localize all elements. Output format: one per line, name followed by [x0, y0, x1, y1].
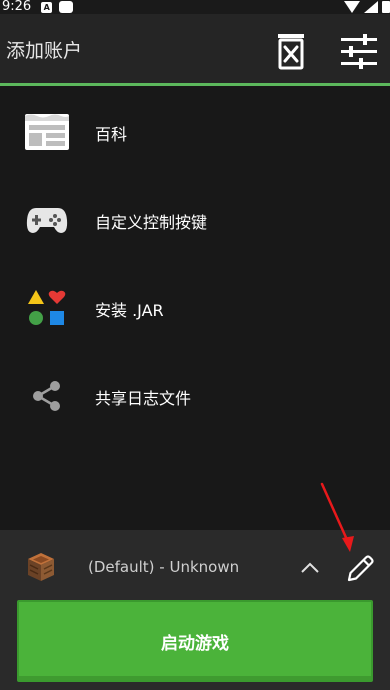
menu-item-share-logs[interactable]: 共享日志文件 [0, 356, 390, 436]
crafting-table-icon [28, 553, 54, 581]
toolbar: 添加账户 [0, 14, 390, 86]
profile-name: (Default) - Unknown [88, 558, 240, 576]
wifi-icon [344, 1, 360, 13]
menu-label-custom-controls: 自定义控制按键 [95, 213, 208, 232]
settings-button[interactable] [339, 30, 379, 72]
edit-profile-button[interactable] [343, 552, 377, 586]
launch-game-button[interactable]: 启动游戏 [17, 600, 373, 682]
battery-icon [382, 1, 390, 13]
menu-item-wiki[interactable]: 百科 [0, 92, 390, 172]
status-indicators [344, 0, 390, 14]
menu-label-wiki: 百科 [95, 125, 128, 144]
signal-icon [364, 1, 378, 13]
delete-account-button[interactable] [271, 30, 311, 72]
share-icon [23, 374, 71, 418]
shapes-icon [23, 286, 71, 330]
chevron-up-icon[interactable] [299, 558, 321, 578]
menu-label-share-logs: 共享日志文件 [95, 389, 192, 408]
sliders-settings-icon [341, 34, 377, 69]
status-bar: 9:26 A [0, 0, 390, 14]
menu-item-install-jar[interactable]: 安装 .JAR [0, 268, 390, 348]
profile-selector[interactable]: (Default) - Unknown [0, 546, 390, 590]
notification-card-icon [59, 1, 74, 13]
status-time: 9:26 [2, 0, 32, 14]
gamepad-icon [23, 198, 71, 242]
menu-label-install-jar: 安装 .JAR [95, 301, 164, 320]
delete-account-icon [278, 34, 304, 70]
notification-a-icon: A [41, 1, 53, 13]
menu-item-custom-controls[interactable]: 自定义控制按键 [0, 180, 390, 260]
page-title: 添加账户 [6, 40, 83, 62]
bottom-panel: (Default) - Unknown 启动游戏 [0, 530, 390, 690]
wiki-news-icon [23, 110, 71, 154]
